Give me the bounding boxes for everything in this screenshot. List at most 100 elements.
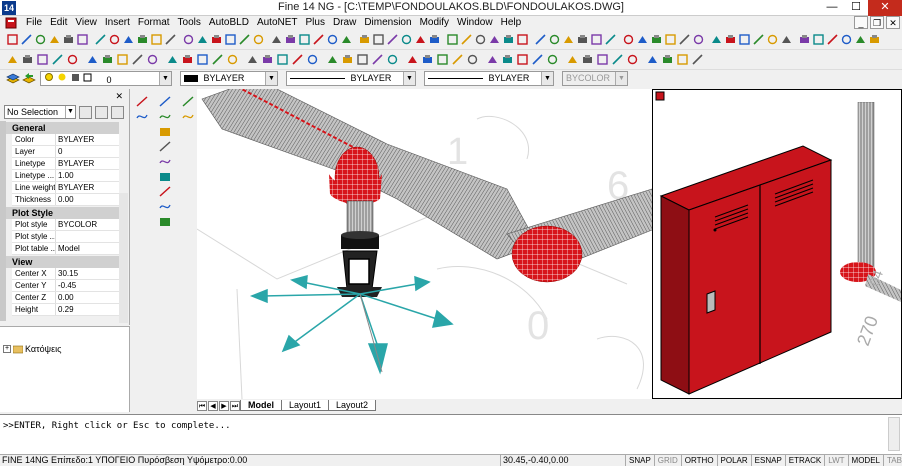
tab-prev-button[interactable]: ◀ — [208, 400, 218, 411]
text-icon[interactable] — [298, 33, 311, 46]
chamfer-icon[interactable] — [386, 53, 399, 66]
print-icon[interactable] — [135, 110, 149, 123]
line-icon[interactable] — [116, 53, 129, 66]
paste-icon[interactable] — [108, 33, 121, 46]
property-row[interactable]: Center X 30.15 — [12, 268, 119, 280]
block-icon[interactable] — [548, 33, 561, 46]
area-icon[interactable] — [581, 53, 594, 66]
polyline-icon[interactable] — [224, 33, 237, 46]
preview-icon[interactable] — [62, 33, 75, 46]
save-icon[interactable] — [34, 33, 47, 46]
arc-icon[interactable] — [238, 33, 251, 46]
save-icon[interactable] — [661, 53, 674, 66]
block-icon[interactable] — [486, 53, 499, 66]
copy-icon[interactable] — [94, 33, 107, 46]
ucs-icon[interactable] — [531, 53, 544, 66]
measure-icon[interactable] — [622, 33, 635, 46]
rotate-icon[interactable] — [261, 53, 274, 66]
property-value[interactable]: 0 — [56, 146, 119, 157]
copyobj-icon[interactable] — [158, 200, 172, 213]
menu-help[interactable]: Help — [497, 16, 526, 30]
new-icon[interactable] — [6, 33, 19, 46]
property-value[interactable]: BYLAYER — [56, 158, 119, 169]
dimension-icon[interactable] — [534, 33, 547, 46]
id-icon[interactable] — [664, 33, 677, 46]
pan-icon[interactable] — [164, 33, 177, 46]
menu-insert[interactable]: Insert — [101, 16, 134, 30]
zoom-icon[interactable] — [854, 33, 867, 46]
snap-icon[interactable] — [546, 53, 559, 66]
rotate-icon[interactable] — [340, 33, 353, 46]
hatch-icon[interactable] — [158, 185, 172, 198]
move-icon[interactable] — [312, 33, 325, 46]
line-icon[interactable] — [210, 33, 223, 46]
status-toggle-etrack[interactable]: ETRACK — [784, 455, 824, 466]
circle-icon[interactable] — [166, 53, 179, 66]
property-row[interactable]: Linetype BYLAYER — [12, 158, 119, 170]
print-icon[interactable] — [676, 53, 689, 66]
fillet-icon[interactable] — [371, 53, 384, 66]
new-icon[interactable] — [678, 33, 691, 46]
expand-icon[interactable]: + — [3, 345, 11, 353]
property-value[interactable]: BYLAYER — [56, 182, 119, 193]
command-window[interactable]: >>ENTER, Right click or Esc to complete.… — [0, 414, 902, 454]
orbit-icon[interactable] — [868, 33, 881, 46]
menu-edit[interactable]: Edit — [46, 16, 71, 30]
property-value[interactable]: 0.00 — [56, 292, 119, 303]
print-icon[interactable] — [724, 33, 737, 46]
xref-icon[interactable] — [576, 33, 589, 46]
section-general[interactable]: General — [6, 122, 119, 134]
property-row[interactable]: Plot table ... Model — [12, 243, 119, 255]
preview-icon[interactable] — [738, 33, 751, 46]
list-icon[interactable] — [596, 53, 609, 66]
property-row[interactable]: Plot style ... — [12, 231, 119, 243]
property-row[interactable]: Center Z 0.00 — [12, 292, 119, 304]
save-icon[interactable] — [181, 95, 195, 108]
layer-icon[interactable] — [502, 33, 515, 46]
undo-icon[interactable] — [136, 33, 149, 46]
redo-icon[interactable] — [826, 33, 839, 46]
property-value[interactable]: 1.00 — [56, 170, 119, 181]
open-icon[interactable] — [158, 95, 172, 108]
circle-icon[interactable] — [252, 33, 265, 46]
menu-view[interactable]: View — [71, 16, 101, 30]
polyline-icon[interactable] — [131, 53, 144, 66]
status-toggle-snap[interactable]: SNAP — [625, 455, 654, 466]
chamfer-icon[interactable] — [460, 33, 473, 46]
property-value[interactable]: 0.29 — [56, 304, 119, 315]
fillet-icon[interactable] — [446, 33, 459, 46]
layer-manager-icon[interactable] — [6, 72, 20, 85]
paste-icon[interactable] — [780, 33, 793, 46]
linetype-select[interactable]: BYLAYER ▼ — [286, 71, 416, 86]
zoom-icon[interactable] — [86, 53, 99, 66]
document-icon[interactable] — [4, 17, 18, 29]
property-value[interactable]: 30.15 — [56, 268, 119, 279]
property-row[interactable]: Plot style BYCOLOR — [12, 219, 119, 231]
xref-icon[interactable] — [516, 53, 529, 66]
property-row[interactable]: Height 0.29 — [12, 304, 119, 316]
array-icon[interactable] — [356, 53, 369, 66]
menu-draw[interactable]: Draw — [329, 16, 360, 30]
property-row[interactable]: Color BYLAYER — [12, 134, 119, 146]
match-icon[interactable] — [122, 33, 135, 46]
match-icon[interactable] — [21, 53, 34, 66]
hatch-icon[interactable] — [196, 53, 209, 66]
menu-tools[interactable]: Tools — [174, 16, 205, 30]
scale-icon[interactable] — [276, 53, 289, 66]
property-row[interactable]: Center Y -0.45 — [12, 280, 119, 292]
ucs-icon[interactable] — [590, 33, 603, 46]
new-icon[interactable] — [626, 53, 639, 66]
status-toggle-ortho[interactable]: ORTHO — [680, 455, 717, 466]
pan-icon[interactable] — [840, 33, 853, 46]
preview-icon[interactable] — [158, 110, 172, 123]
section-plot-style[interactable]: Plot Style — [6, 207, 119, 219]
status-toggle-lwt[interactable]: LWT — [824, 455, 847, 466]
tab-last-button[interactable]: ⏭ — [230, 400, 240, 411]
menu-dimension[interactable]: Dimension — [360, 16, 415, 30]
property-row[interactable]: Thickness 0.00 — [12, 194, 119, 206]
menu-autobld[interactable]: AutoBLD — [205, 16, 253, 30]
copyobj-icon[interactable] — [326, 33, 339, 46]
property-value[interactable]: BYLAYER — [56, 134, 119, 145]
save-icon[interactable] — [710, 33, 723, 46]
orbit-icon[interactable] — [158, 155, 172, 168]
